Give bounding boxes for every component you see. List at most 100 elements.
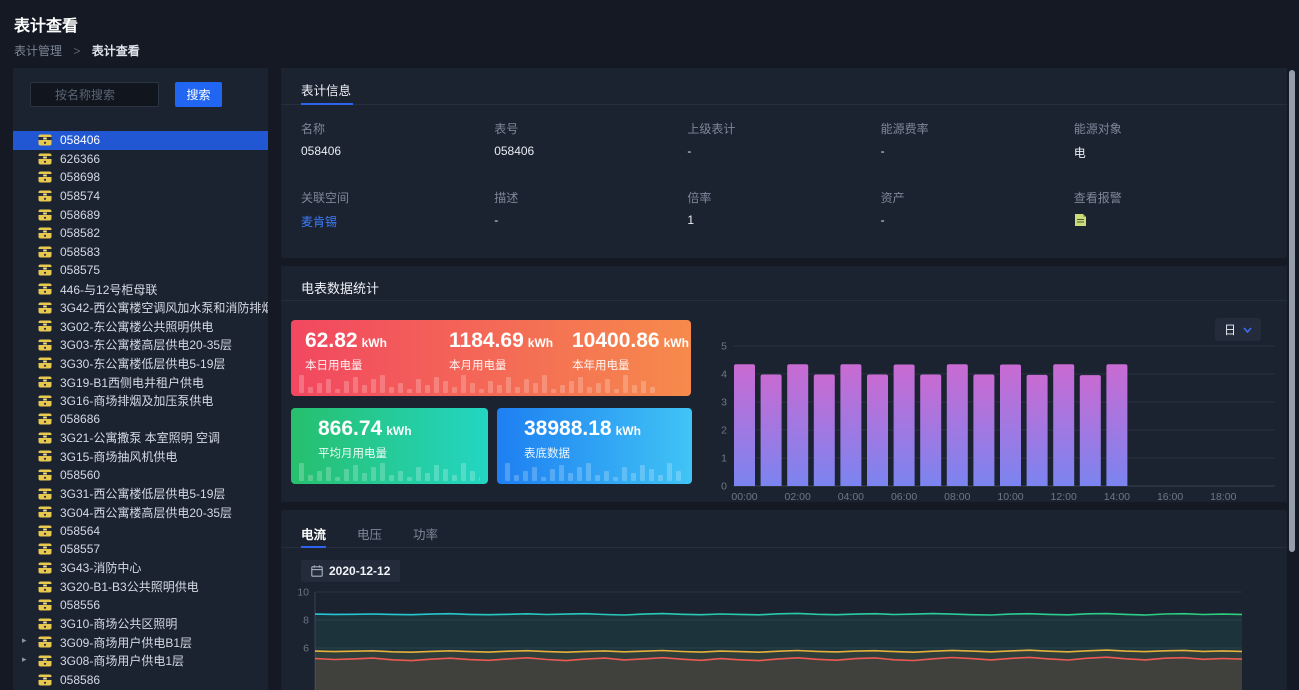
meter-icon — [38, 339, 52, 351]
kpi-unit: kWh — [616, 424, 641, 438]
list-item[interactable]: 3G19-B1西侧电井租户供电 — [13, 373, 268, 392]
kpi-item: 62.82kWh本日用电量 — [305, 329, 449, 373]
list-item-label: 058560 — [60, 468, 100, 482]
field-value: - — [494, 213, 687, 227]
trend-panel: 电流 电压 功率 2020-12-12 1086 — [281, 510, 1287, 690]
list-item[interactable]: 058583 — [13, 243, 268, 262]
list-item[interactable]: 3G42-西公寓楼空调风加水泵和消防排烟风机加压 — [13, 298, 268, 317]
list-item[interactable]: 058557 — [13, 540, 268, 559]
meter-icon — [38, 134, 52, 146]
list-item-label: 058686 — [60, 412, 100, 426]
list-item[interactable]: 3G43-消防中心 — [13, 559, 268, 578]
list-item-label: 058575 — [60, 263, 100, 277]
list-item[interactable]: 058575 — [13, 261, 268, 280]
meter-icon — [38, 395, 52, 407]
list-item-label: 626366 — [60, 152, 100, 166]
search-button[interactable]: 搜索 — [175, 82, 222, 107]
meter-icon — [38, 599, 52, 611]
kpi-unit: kWh — [362, 336, 387, 350]
field-label: 倍率 — [687, 189, 880, 206]
list-item[interactable]: 058689 — [13, 205, 268, 224]
list-item[interactable]: 3G03-东公寓楼高层供电20-35层 — [13, 336, 268, 355]
list-item[interactable]: 058698 — [13, 168, 268, 187]
info-field: 关联空间麦肯锡 — [301, 189, 494, 230]
info-field: 资产- — [881, 189, 1074, 230]
list-item[interactable]: 058586 — [13, 670, 268, 689]
list-item[interactable]: 3G02-东公寓楼公共照明供电 — [13, 317, 268, 336]
list-item-label: 3G19-B1西侧电井租户供电 — [60, 374, 204, 391]
current-trend-line-chart: 1086 — [291, 586, 1266, 690]
line-chart-svg: 1086 — [291, 586, 1266, 690]
meter-icon — [38, 469, 52, 481]
tab-current[interactable]: 电流 — [301, 524, 326, 543]
list-item[interactable]: 058564 — [13, 521, 268, 540]
list-item[interactable]: 3G16-商场排烟及加压泵供电 — [13, 391, 268, 410]
bar — [761, 375, 782, 486]
list-item[interactable]: 058560 — [13, 466, 268, 485]
list-item[interactable]: 3G04-西公寓楼高层供电20-35层 — [13, 503, 268, 522]
meter-icon — [38, 264, 52, 276]
list-item-label: 3G09-商场用户供电B1层 — [60, 634, 192, 651]
expand-arrow-icon[interactable]: ▸ — [22, 654, 27, 665]
list-item[interactable]: 058574 — [13, 187, 268, 206]
tab-power[interactable]: 功率 — [413, 524, 438, 543]
breadcrumb-separator-icon: > — [73, 44, 80, 58]
divider — [281, 300, 1287, 301]
list-item[interactable]: 626366 — [13, 150, 268, 169]
list-item[interactable]: 3G20-B1-B3公共照明供电 — [13, 577, 268, 596]
kpi-value: 10400.86 — [572, 329, 660, 352]
svg-text:04:00: 04:00 — [838, 491, 864, 503]
list-item[interactable]: 3G31-西公寓楼低层供电5-19层 — [13, 484, 268, 503]
list-item[interactable]: 058582 — [13, 224, 268, 243]
meter-info-panel: 表计信息 名称058406表号058406上级表计-能源费率-能源对象电关联空间… — [281, 68, 1287, 258]
meter-icon — [38, 153, 52, 165]
bar — [840, 364, 861, 486]
list-item[interactable]: ▸ 3G09-商场用户供电B1层 — [13, 633, 268, 652]
meter-icon — [38, 320, 52, 332]
list-item[interactable]: 3G10-商场公共区照明 — [13, 614, 268, 633]
bar — [734, 364, 755, 486]
scrollbar[interactable] — [1288, 68, 1296, 690]
tab-meter-info[interactable]: 表计信息 — [301, 80, 351, 99]
list-item[interactable]: ▸ 3G08-商场用户供电1层 — [13, 652, 268, 671]
meter-icon — [38, 543, 52, 555]
expand-arrow-icon[interactable]: ▸ — [22, 635, 27, 646]
list-item-label: 058556 — [60, 598, 100, 612]
meter-icon — [38, 450, 52, 462]
list-item[interactable]: 058556 — [13, 596, 268, 615]
trend-tabbar: 电流 电压 功率 — [281, 510, 1287, 548]
list-item-label: 3G08-商场用户供电1层 — [60, 652, 184, 669]
bar — [1000, 364, 1021, 486]
bar — [1080, 375, 1101, 486]
meter-icon — [38, 674, 52, 686]
breadcrumb-parent[interactable]: 表计管理 — [14, 44, 62, 58]
search-input[interactable] — [30, 82, 159, 107]
bar — [973, 375, 994, 486]
list-item-label: 3G15-商场抽风机供电 — [60, 448, 177, 465]
info-field: 倍率1 — [687, 189, 880, 230]
card-deco-bars — [299, 369, 683, 393]
svg-text:1: 1 — [721, 453, 727, 465]
list-item[interactable]: 058406 — [13, 131, 268, 150]
field-value-link[interactable]: 麦肯锡 — [301, 213, 494, 230]
field-value: 电 — [1074, 144, 1267, 161]
list-item-label: 058574 — [60, 189, 100, 203]
list-item[interactable]: 446-与12号柜母联 — [13, 280, 268, 299]
tab-voltage[interactable]: 电压 — [357, 524, 382, 543]
hourly-usage-bar-chart: 54321000:0002:0004:0006:0008:0010:0012:0… — [705, 328, 1280, 506]
svg-text:08:00: 08:00 — [944, 491, 970, 503]
info-field: 能源对象电 — [1074, 120, 1267, 161]
field-label: 关联空间 — [301, 189, 494, 206]
list-item[interactable]: 3G30-东公寓楼低层供电5-19层 — [13, 354, 268, 373]
report-icon[interactable] — [1074, 213, 1087, 227]
bar-chart-svg: 54321000:0002:0004:0006:0008:0010:0012:0… — [705, 328, 1280, 506]
date-picker[interactable]: 2020-12-12 — [301, 560, 400, 582]
list-item[interactable]: 3G15-商场抽风机供电 — [13, 447, 268, 466]
scrollbar-thumb[interactable] — [1289, 70, 1295, 552]
bar — [947, 364, 968, 486]
field-label: 能源对象 — [1074, 120, 1267, 137]
list-item[interactable]: 058686 — [13, 410, 268, 429]
field-label: 能源费率 — [881, 120, 1074, 137]
info-field: 描述- — [494, 189, 687, 230]
list-item[interactable]: 3G21-公寓撒泵 本室照明 空调 — [13, 429, 268, 448]
